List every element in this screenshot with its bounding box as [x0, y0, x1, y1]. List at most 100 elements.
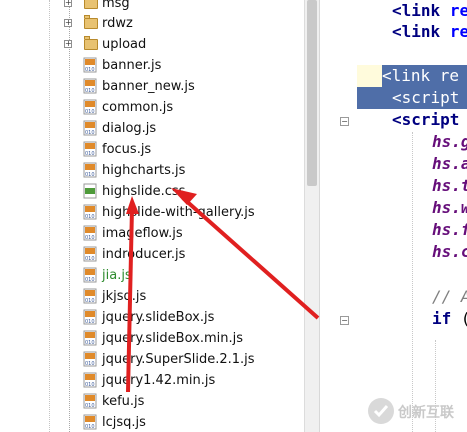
js-file-icon: 010 — [83, 141, 97, 157]
tree-item-file[interactable]: highslide.css — [0, 181, 304, 202]
tree-item-label: rdwz — [102, 16, 133, 31]
selected-line: <script — [357, 87, 467, 109]
scrollbar-thumb[interactable] — [307, 0, 317, 186]
code-line: <link re — [392, 1, 467, 20]
expand-icon[interactable]: + — [64, 19, 72, 27]
code-line: <link re — [392, 22, 467, 41]
tree-item-file[interactable]: 010 jquery.slideBox.min.js — [0, 328, 304, 349]
tree-item-file[interactable]: 010 dialog.js — [0, 118, 304, 139]
tree-item-file[interactable]: 010 imageflow.js — [0, 223, 304, 244]
tree-item-label: jquery.SuperSlide.2.1.js — [102, 352, 255, 367]
js-file-icon: 010 — [83, 225, 97, 241]
tree-item-file[interactable]: 010 jia.js — [0, 265, 304, 286]
watermark-logo-icon — [368, 398, 394, 424]
svg-text:010: 010 — [85, 256, 95, 262]
tree-item-file[interactable]: 010 indroducer.js — [0, 244, 304, 265]
js-file-icon: 010 — [83, 330, 97, 346]
svg-text:010: 010 — [85, 382, 95, 388]
js-file-icon: 010 — [83, 78, 97, 94]
tree-item-file[interactable]: 010 banner.js — [0, 55, 304, 76]
tree-item-label: banner.js — [102, 58, 162, 73]
svg-text:010: 010 — [85, 214, 95, 220]
css-file-icon — [83, 183, 97, 199]
svg-text:010: 010 — [85, 172, 95, 178]
code-line: hs.g — [432, 132, 467, 151]
code-editor[interactable]: <link re <link re <link re <script <scri… — [357, 0, 467, 432]
code-line: hs.a — [432, 154, 467, 173]
svg-text:010: 010 — [85, 151, 95, 157]
tree-item-rdwz[interactable]: + rdwz — [0, 13, 304, 34]
tree-item-label: upload — [102, 37, 147, 52]
expand-icon[interactable]: + — [64, 40, 72, 48]
editor-gutter — [319, 0, 357, 432]
code-line: hs.f — [432, 220, 467, 239]
js-file-icon: 010 — [83, 120, 97, 136]
code-line: hs.w — [432, 198, 467, 217]
project-tree: + msg + rdwz + upload 010 banner.js 010 ban… — [0, 0, 304, 432]
svg-text:010: 010 — [85, 340, 95, 346]
code-line: hs.t — [432, 176, 467, 195]
tree-item-label: jia.js — [102, 268, 132, 283]
code-line: // A — [432, 287, 467, 306]
watermark-text: 创新互联 — [398, 405, 454, 421]
tree-item-label: msg — [102, 0, 130, 11]
fold-toggle-icon[interactable]: − — [340, 316, 349, 325]
tree-item-label: highslide-with-gallery.js — [102, 205, 255, 220]
tree-item-file[interactable]: 010 kefu.js — [0, 391, 304, 412]
svg-text:010: 010 — [85, 130, 95, 136]
svg-text:010: 010 — [85, 319, 95, 325]
svg-text:010: 010 — [85, 361, 95, 367]
folder-icon — [84, 15, 98, 29]
tree-item-msg[interactable]: + msg — [0, 0, 304, 14]
tree-item-upload[interactable]: + upload — [0, 34, 304, 55]
tree-item-label: jquery.slideBox.min.js — [102, 331, 243, 346]
js-file-icon: 010 — [83, 372, 97, 388]
tree-scrollbar[interactable] — [304, 0, 319, 432]
fold-toggle-icon[interactable]: − — [340, 117, 349, 126]
svg-text:010: 010 — [85, 298, 95, 304]
js-file-icon: 010 — [83, 99, 97, 115]
folder-icon — [84, 36, 98, 50]
svg-text:010: 010 — [85, 403, 95, 409]
tree-item-file[interactable]: 010 focus.js — [0, 139, 304, 160]
svg-text:010: 010 — [85, 277, 95, 283]
js-file-icon: 010 — [83, 246, 97, 262]
js-file-icon: 010 — [83, 162, 97, 178]
js-file-icon: 010 — [83, 351, 97, 367]
tree-item-label: jquery1.42.min.js — [102, 373, 216, 388]
tree-item-label: jkjsq.js — [102, 289, 147, 304]
js-file-icon: 010 — [83, 57, 97, 73]
tree-item-file[interactable]: 010 jquery.slideBox.js — [0, 307, 304, 328]
tree-item-file[interactable]: 010 jquery1.42.min.js — [0, 370, 304, 391]
tree-item-label: indroducer.js — [102, 247, 186, 262]
tree-item-file[interactable]: 010 highcharts.js — [0, 160, 304, 181]
tree-item-label: dialog.js — [102, 121, 157, 136]
current-line: <link re — [357, 65, 467, 87]
tree-item-label: lcjsq.js — [102, 415, 146, 430]
svg-text:010: 010 — [85, 88, 95, 94]
svg-text:010: 010 — [85, 109, 95, 115]
svg-text:010: 010 — [85, 424, 95, 430]
expand-icon[interactable]: + — [64, 0, 72, 7]
js-file-icon: 010 — [83, 309, 97, 325]
svg-text:010: 010 — [85, 67, 95, 73]
js-file-icon: 010 — [83, 414, 97, 430]
js-file-icon: 010 — [83, 393, 97, 409]
tree-item-file[interactable]: 010 banner_new.js — [0, 76, 304, 97]
tree-item-file[interactable]: 010 highslide-with-gallery.js — [0, 202, 304, 223]
code-line: if ( — [432, 309, 467, 328]
tree-item-label: jquery.slideBox.js — [102, 310, 215, 325]
tree-item-file[interactable]: 010 jquery.SuperSlide.2.1.js — [0, 349, 304, 370]
js-file-icon: 010 — [83, 288, 97, 304]
tree-item-label: highslide.css — [102, 184, 186, 199]
js-file-icon: 010 — [83, 267, 97, 283]
tree-item-label: banner_new.js — [102, 79, 195, 94]
tree-item-label: focus.js — [102, 142, 152, 157]
tree-item-file[interactable]: 010 lcjsq.js — [0, 412, 304, 432]
indent-guide — [412, 132, 413, 432]
folder-icon — [84, 0, 98, 9]
tree-item-file[interactable]: 010 jkjsq.js — [0, 286, 304, 307]
tree-item-label: common.js — [102, 100, 174, 115]
tree-item-file[interactable]: 010 common.js — [0, 97, 304, 118]
tree-item-label: imageflow.js — [102, 226, 183, 241]
